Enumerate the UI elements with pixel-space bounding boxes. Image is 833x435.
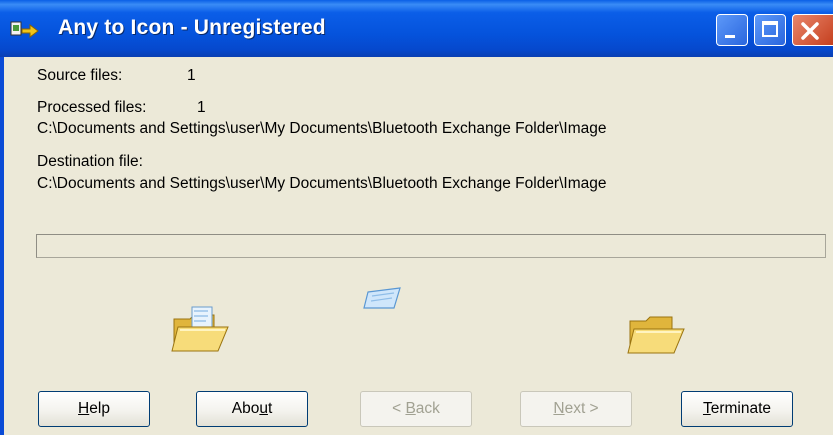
back-button[interactable]: < Back bbox=[360, 391, 472, 427]
terminate-button[interactable]: Terminate bbox=[681, 391, 793, 427]
terminate-button-mnemonic: T bbox=[702, 400, 711, 417]
next-button-mnemonic: N bbox=[553, 400, 565, 417]
back-button-label-post: ack bbox=[415, 400, 440, 417]
window-title: Any to Icon - Unregistered bbox=[58, 16, 326, 39]
processed-file-path: C:\Documents and Settings\user\My Docume… bbox=[37, 120, 607, 137]
progress-bar bbox=[36, 234, 826, 258]
about-button-mnemonic: u bbox=[259, 400, 268, 417]
about-button[interactable]: About bbox=[196, 391, 308, 427]
next-button-label-post: ext > bbox=[564, 400, 599, 417]
maximize-button[interactable] bbox=[754, 14, 786, 46]
app-icon bbox=[10, 21, 39, 38]
flying-file-icon bbox=[363, 287, 401, 309]
back-button-label-pre: < bbox=[392, 400, 406, 417]
about-button-label-pre: Abo bbox=[231, 400, 260, 417]
open-folder-icon bbox=[627, 316, 685, 354]
close-icon bbox=[801, 22, 819, 40]
processed-files-label: Processed files: bbox=[37, 99, 147, 116]
destination-file-label: Destination file: bbox=[37, 153, 143, 170]
about-button-label-post: t bbox=[267, 400, 273, 417]
processed-files-count: 1 bbox=[197, 99, 206, 116]
minimize-button[interactable] bbox=[716, 14, 748, 46]
help-button-mnemonic: H bbox=[78, 400, 90, 417]
source-files-label: Source files: bbox=[37, 67, 123, 84]
help-button[interactable]: Help bbox=[38, 391, 150, 427]
source-files-count: 1 bbox=[187, 67, 196, 84]
help-button-label-post: elp bbox=[89, 400, 110, 417]
next-button[interactable]: Next > bbox=[520, 391, 632, 427]
open-folder-with-file-icon bbox=[171, 306, 229, 352]
close-button[interactable] bbox=[792, 14, 833, 46]
back-button-mnemonic: B bbox=[405, 400, 416, 417]
terminate-button-label-post: erminate bbox=[710, 400, 772, 417]
destination-file-path: C:\Documents and Settings\user\My Docume… bbox=[37, 175, 607, 192]
any-to-icon-window: Any to Icon - Unregistered Source files:… bbox=[0, 0, 833, 435]
title-bar[interactable]: Any to Icon - Unregistered bbox=[0, 0, 833, 57]
window-frame-left bbox=[0, 57, 4, 435]
